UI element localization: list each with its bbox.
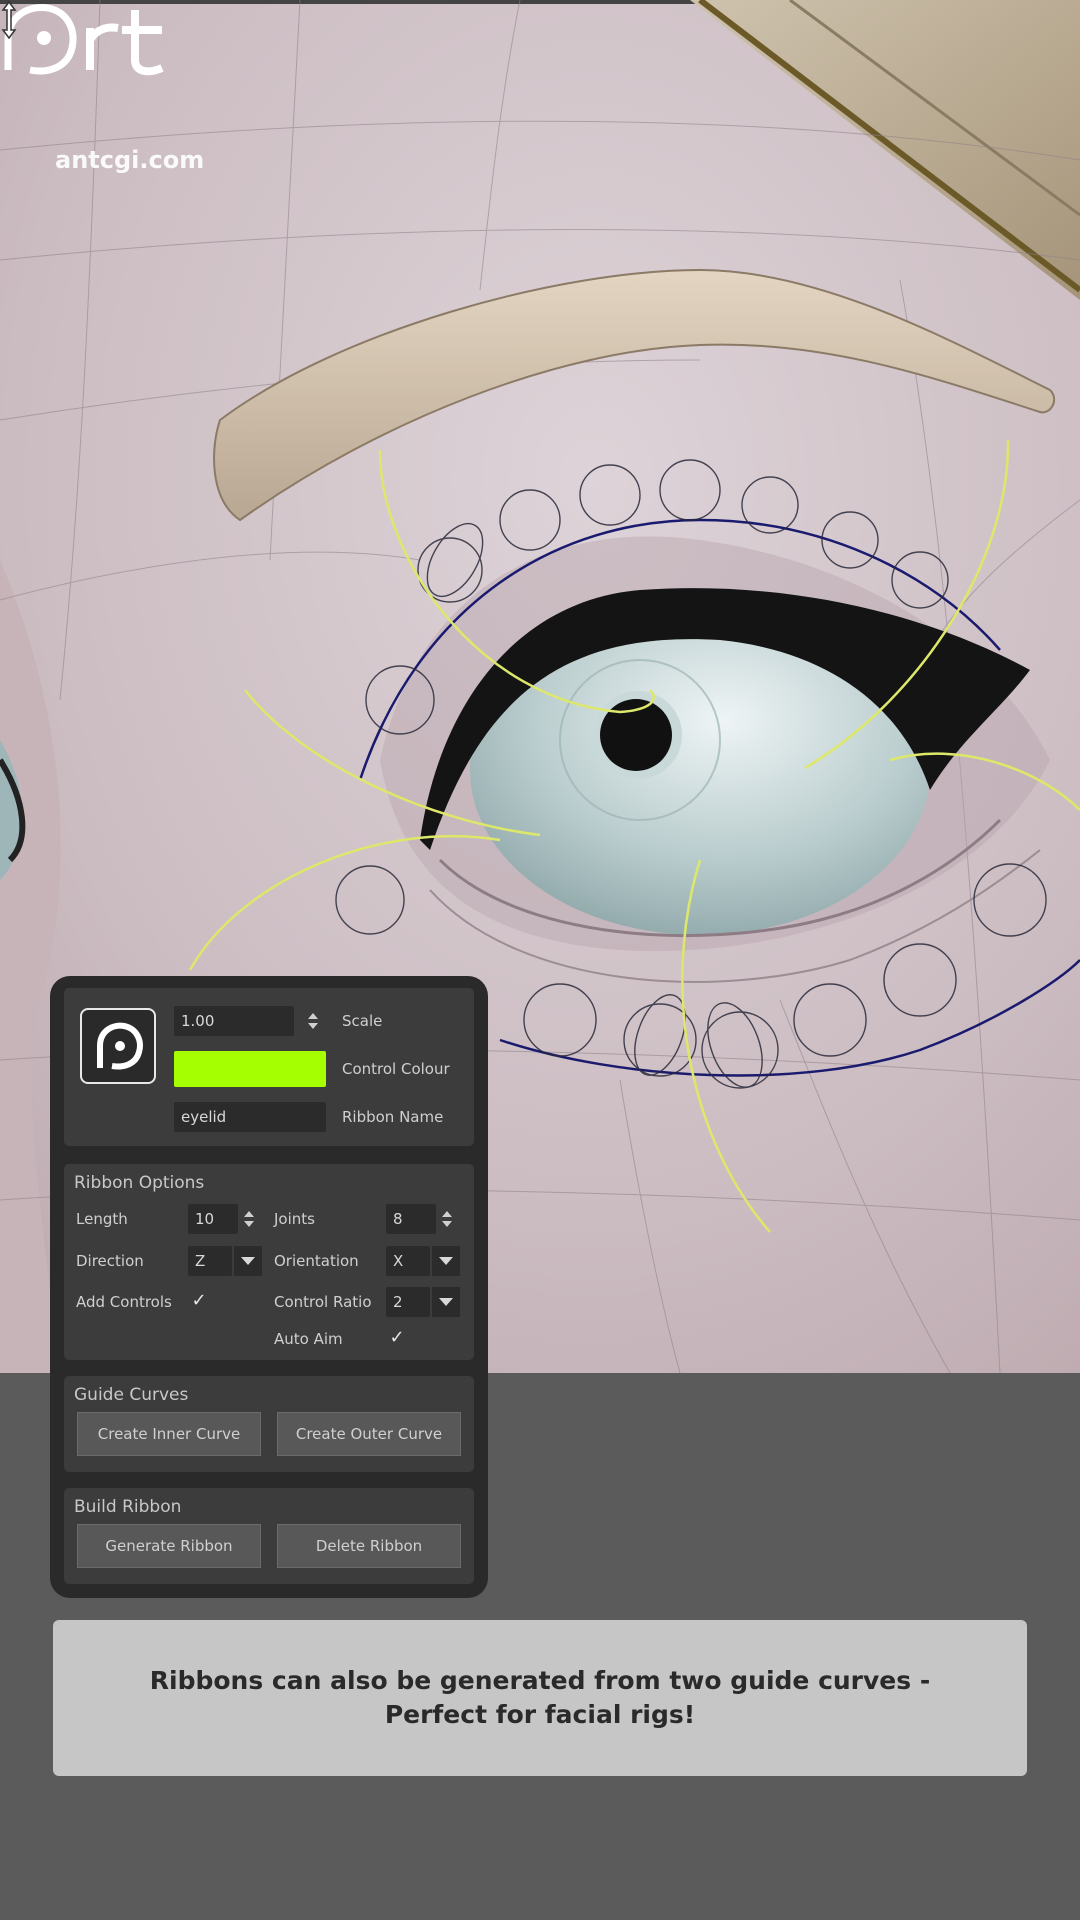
guide-curves-section: Guide Curves Create Inner Curve Create O… <box>64 1376 474 1472</box>
add-controls-label: Add Controls <box>76 1293 172 1311</box>
control-ratio-dropdown-icon[interactable] <box>432 1287 460 1317</box>
guide-curves-title: Guide Curves <box>74 1385 189 1405</box>
direction-dropdown-icon[interactable] <box>234 1246 262 1276</box>
scale-input[interactable]: 1.00 <box>174 1006 294 1036</box>
orientation-select[interactable]: X <box>386 1246 430 1276</box>
joints-label: Joints <box>274 1210 315 1228</box>
length-label: Length <box>76 1210 128 1228</box>
tool-logo-icon <box>80 1008 156 1084</box>
joints-input[interactable]: 8 <box>386 1204 436 1234</box>
build-ribbon-section: Build Ribbon Generate Ribbon Delete Ribb… <box>64 1488 474 1584</box>
ribbon-options-section: Ribbon Options Length 10 Joints 8 Direct… <box>64 1164 474 1360</box>
ribbon-name-input[interactable]: eyelid <box>174 1102 326 1132</box>
scale-spinner[interactable] <box>302 1006 324 1036</box>
ribbon-options-title: Ribbon Options <box>74 1173 205 1193</box>
control-ratio-label: Control Ratio <box>274 1293 372 1311</box>
control-colour-swatch[interactable] <box>174 1051 326 1087</box>
length-input[interactable]: 10 <box>188 1204 238 1234</box>
add-controls-checkbox[interactable]: ✓ <box>190 1292 208 1310</box>
direction-select[interactable]: Z <box>188 1246 232 1276</box>
ribbon-tool-panel: 1.00 Scale Control Colour eyelid Ribbon … <box>50 976 488 1598</box>
generate-ribbon-button[interactable]: Generate Ribbon <box>77 1524 261 1568</box>
caption-text: Ribbons can also be generated from two g… <box>149 1666 931 1729</box>
direction-label: Direction <box>76 1252 144 1270</box>
resize-cursor-icon <box>1 0 17 40</box>
control-colour-label: Control Colour <box>342 1060 450 1078</box>
joints-spinner[interactable] <box>436 1204 458 1234</box>
control-ratio-select[interactable]: 2 <box>386 1287 430 1317</box>
orientation-label: Orientation <box>274 1252 359 1270</box>
auto-aim-checkbox[interactable]: ✓ <box>388 1329 406 1347</box>
caption-box: Ribbons can also be generated from two g… <box>53 1620 1027 1776</box>
build-ribbon-title: Build Ribbon <box>74 1497 182 1517</box>
scale-label: Scale <box>342 1012 383 1030</box>
create-outer-curve-button[interactable]: Create Outer Curve <box>277 1412 461 1456</box>
ribbon-name-label: Ribbon Name <box>342 1108 444 1126</box>
create-inner-curve-button[interactable]: Create Inner Curve <box>77 1412 261 1456</box>
auto-aim-label: Auto Aim <box>274 1330 343 1348</box>
delete-ribbon-button[interactable]: Delete Ribbon <box>277 1524 461 1568</box>
orientation-dropdown-icon[interactable] <box>432 1246 460 1276</box>
art-logo-icon <box>4 3 164 76</box>
header-section: 1.00 Scale Control Colour eyelid Ribbon … <box>64 988 474 1146</box>
site-url: antcgi.com <box>55 146 205 174</box>
length-spinner[interactable] <box>238 1204 260 1234</box>
